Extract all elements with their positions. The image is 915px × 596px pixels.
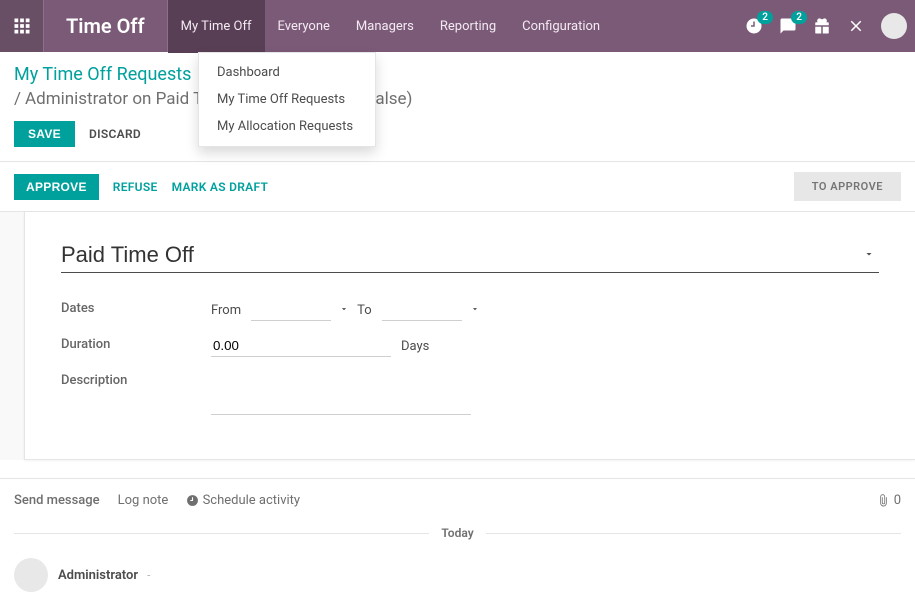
user-avatar[interactable]	[881, 13, 907, 39]
nav-managers[interactable]: Managers	[343, 0, 427, 52]
close-button[interactable]	[847, 17, 865, 35]
topbar: Time Off My Time Off Everyone Managers R…	[0, 0, 915, 52]
attachments-button[interactable]: 0	[877, 493, 901, 508]
apps-menu-button[interactable]	[0, 0, 44, 52]
message-avatar	[14, 558, 48, 592]
breadcrumb-current: /Administrator on Paid Time Off : 0.00 d…	[14, 89, 901, 109]
chatter-divider-label: Today	[429, 526, 485, 540]
breadcrumb: My Time Off Requests /Administrator on P…	[0, 52, 915, 113]
to-label: To	[357, 303, 372, 318]
chatter: Send message Log note Schedule activity …	[0, 478, 915, 596]
topbar-right: 2 2	[745, 0, 915, 52]
duration-label: Duration	[61, 335, 211, 352]
chatter-message: Administrator -	[14, 554, 901, 596]
dates-label: Dates	[61, 299, 211, 316]
statusbar: APPROVE REFUSE MARK AS DRAFT TO APPROVE	[0, 161, 915, 212]
activities-button[interactable]: 2	[745, 17, 763, 35]
message-meta: -	[147, 569, 150, 582]
days-label: Days	[401, 339, 429, 354]
date-from-input[interactable]	[251, 299, 331, 321]
dates-row: From To	[211, 299, 541, 321]
message-author: Administrator	[58, 568, 138, 583]
activities-badge: 2	[757, 11, 773, 24]
time-off-type-input[interactable]	[61, 242, 838, 268]
date-from-caret[interactable]	[339, 303, 349, 318]
gift-icon	[813, 17, 831, 35]
approve-button[interactable]: APPROVE	[14, 174, 99, 200]
form-sheet: Dates From To Duration Days Description	[24, 212, 915, 460]
discuss-badge: 2	[791, 11, 807, 24]
my-time-off-dropdown: Dashboard My Time Off Requests My Alloca…	[198, 52, 376, 147]
apps-grid-icon	[13, 17, 31, 35]
breadcrumb-parent[interactable]: My Time Off Requests	[14, 64, 901, 85]
refuse-button[interactable]: REFUSE	[113, 180, 158, 194]
chevron-down-icon[interactable]	[863, 248, 875, 264]
paperclip-icon	[877, 494, 890, 507]
status-stage[interactable]: TO APPROVE	[794, 172, 901, 201]
date-to-caret[interactable]	[470, 303, 480, 318]
description-label: Description	[61, 371, 211, 388]
clock-small-icon	[186, 494, 199, 507]
close-icon	[847, 17, 865, 35]
nav-everyone[interactable]: Everyone	[265, 0, 343, 52]
menu-my-time-off-requests[interactable]: My Time Off Requests	[199, 86, 375, 113]
date-to-input[interactable]	[382, 299, 462, 321]
log-note-button[interactable]: Log note	[118, 493, 169, 508]
form-buttons: SAVE DISCARD	[0, 113, 915, 161]
mark-draft-button[interactable]: MARK AS DRAFT	[172, 180, 269, 194]
gift-button[interactable]	[813, 17, 831, 35]
chatter-divider: Today	[14, 526, 901, 540]
save-button[interactable]: SAVE	[14, 121, 75, 147]
nav-configuration[interactable]: Configuration	[509, 0, 613, 52]
duration-input[interactable]	[211, 335, 391, 357]
nav-my-time-off[interactable]: My Time Off	[168, 0, 265, 52]
nav-reporting[interactable]: Reporting	[427, 0, 509, 52]
time-off-type-field[interactable]	[61, 240, 879, 273]
schedule-activity-button[interactable]: Schedule activity	[186, 493, 300, 508]
menu-dashboard[interactable]: Dashboard	[199, 59, 375, 86]
from-label: From	[211, 303, 241, 318]
description-input[interactable]	[211, 381, 471, 415]
module-title[interactable]: Time Off	[44, 0, 168, 52]
discuss-button[interactable]: 2	[779, 17, 797, 35]
duration-row: Days	[211, 335, 541, 357]
send-message-button[interactable]: Send message	[14, 493, 100, 508]
main-nav: My Time Off Everyone Managers Reporting …	[168, 0, 613, 52]
menu-my-allocation-requests[interactable]: My Allocation Requests	[199, 113, 375, 140]
discard-button[interactable]: DISCARD	[89, 127, 141, 141]
